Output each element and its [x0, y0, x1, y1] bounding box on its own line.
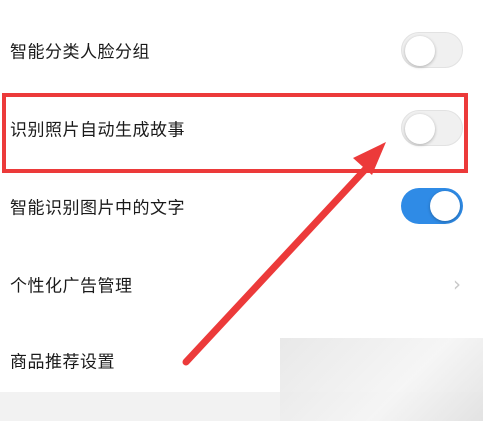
watermark-blur: [280, 338, 483, 421]
toggle-knob: [430, 191, 460, 221]
setting-row-text-recognition[interactable]: 智能识别图片中的文字: [0, 171, 483, 241]
toggle-knob: [405, 36, 435, 66]
text-recognition-toggle[interactable]: [401, 188, 463, 224]
setting-label: 智能分类人脸分组: [10, 42, 150, 63]
setting-row-face-grouping[interactable]: 智能分类人脸分组: [0, 15, 483, 85]
annotation-highlight-box: [2, 93, 468, 173]
face-grouping-toggle[interactable]: [401, 32, 463, 68]
setting-label: 商品推荐设置: [10, 352, 115, 373]
chevron-right-icon: ›: [453, 272, 461, 296]
settings-list: 智能分类人脸分组 识别照片自动生成故事 智能识别图片中的文字 个性化广告管理 ›…: [0, 0, 483, 392]
setting-label: 个性化广告管理: [10, 276, 133, 297]
setting-row-ad-management[interactable]: 个性化广告管理 ›: [0, 249, 483, 319]
setting-label: 智能识别图片中的文字: [10, 198, 185, 219]
